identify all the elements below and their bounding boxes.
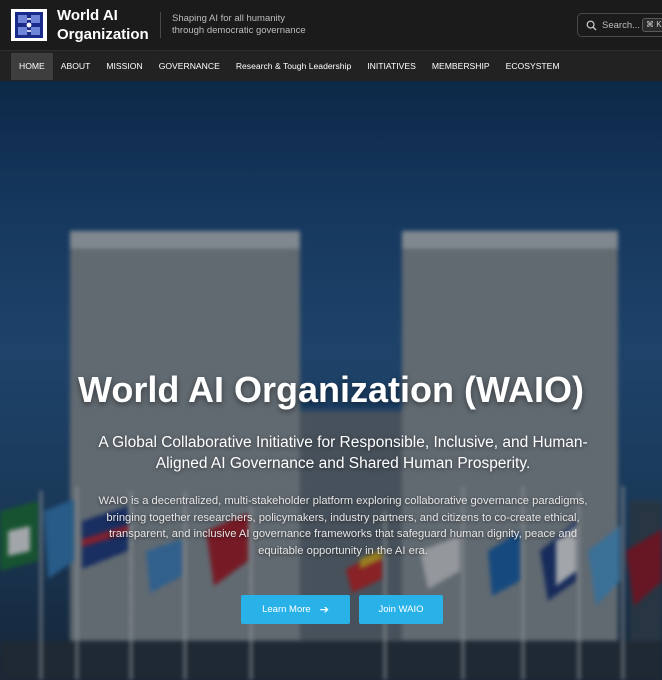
tagline-line-1: Shaping AI for all humanity [172,13,286,24]
nav-item-membership[interactable]: MEMBERSHIP [424,53,498,80]
learn-more-button[interactable]: Learn More ➔ [241,595,350,624]
nav-item-governance[interactable]: GOVERNANCE [151,53,228,80]
hero-subtitle: A Global Collaborative Initiative for Re… [98,434,588,472]
search-shortcut: ⌘ K [642,18,662,32]
brand-line-2: Organization [57,26,149,43]
main-nav: HOME ABOUT MISSION GOVERNANCE Research &… [0,50,662,81]
waio-logo-icon[interactable] [11,9,47,41]
nav-item-ecosystem[interactable]: ECOSYSTEM [498,53,568,80]
learn-more-label: Learn More [262,604,311,615]
hero-description: WAIO is a decentralized, multi-stakehold… [98,495,588,557]
brand-line-1: World AI [57,7,118,24]
nav-item-mission[interactable]: MISSION [98,53,150,80]
nav-item-home[interactable]: HOME [11,53,53,80]
nav-item-initiatives[interactable]: INITIATIVES [359,53,424,80]
site-header: World AI Organization Shaping AI for all… [0,0,662,50]
site-tagline: Shaping AI for all humanity through demo… [172,13,306,37]
nav-item-research[interactable]: Research & Tough Leadership [228,53,359,80]
search-icon [586,20,597,30]
header-divider [160,12,161,38]
hero-title: World AI Organization (WAIO) [78,369,584,410]
site-brand[interactable]: World AI Organization [57,6,149,44]
tagline-line-2: through democratic governance [172,25,306,36]
join-waio-label: Join WAIO [378,604,424,615]
search-box[interactable]: Search... ⌘ K [577,13,662,37]
nav-item-about[interactable]: ABOUT [53,53,99,80]
hero-section: World AI Organization (WAIO) A Global Co… [0,81,662,680]
arrow-right-icon: ➔ [319,604,329,616]
search-placeholder: Search... [602,19,641,31]
join-waio-button[interactable]: Join WAIO [359,595,443,624]
